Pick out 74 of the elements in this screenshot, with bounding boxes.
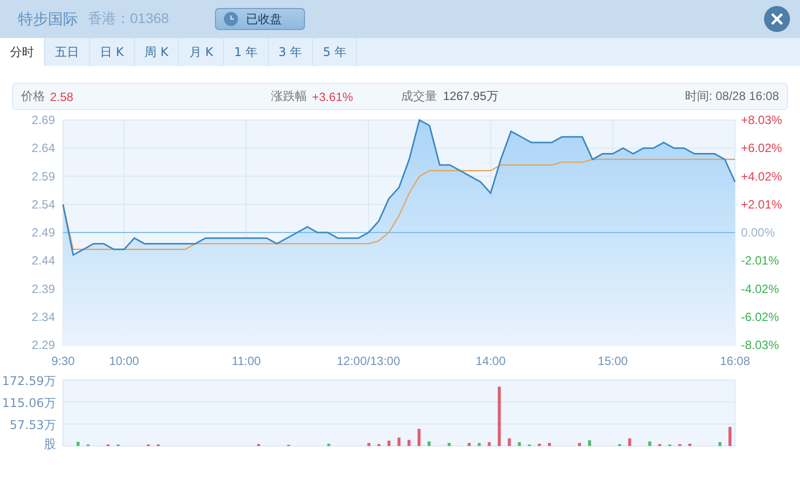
- volume-bar: [588, 440, 592, 446]
- axis-label: 172.59万: [2, 374, 56, 388]
- volume-bar: [387, 440, 390, 446]
- volume-bar: [718, 442, 722, 446]
- period-tab[interactable]: 五日: [45, 38, 90, 66]
- volume-bar: [508, 438, 511, 446]
- volume-bar: [418, 428, 421, 446]
- volume-bar: [408, 440, 411, 446]
- volume-bar: [488, 442, 491, 446]
- axis-label: -4.02%: [741, 282, 780, 296]
- volume-bar: [688, 444, 692, 446]
- axis-label: -8.03%: [741, 338, 780, 352]
- volume-bar: [578, 442, 582, 446]
- volume-bar: [398, 438, 400, 446]
- axis-label: +6.02%: [741, 141, 782, 156]
- axis-label: 2.49: [32, 226, 55, 240]
- close-icon: [771, 13, 783, 25]
- axis-label: 股: [44, 437, 56, 451]
- market-status-button[interactable]: 已收盘: [214, 8, 305, 30]
- period-tab[interactable]: 1 年: [224, 38, 269, 66]
- axis-label: 10:00: [109, 354, 140, 368]
- axis-label: 2.69: [32, 113, 55, 127]
- price-label: 价格: [21, 88, 45, 105]
- volume-bar: [628, 438, 632, 446]
- volume-bar: [367, 442, 370, 446]
- axis-label: 14:00: [476, 354, 506, 368]
- volume-bar: [468, 442, 471, 446]
- volume-bar: [728, 426, 732, 446]
- clock-icon: [224, 12, 238, 26]
- volume-bar: [518, 442, 521, 446]
- volume-bar: [428, 441, 431, 446]
- axis-label: 2.54: [32, 197, 55, 212]
- period-tab[interactable]: 分时: [0, 38, 45, 66]
- axis-label: 11:00: [232, 354, 261, 368]
- axis-label: 115.06万: [2, 396, 56, 410]
- axis-label: +2.01%: [741, 197, 782, 212]
- axis-label: 15:00: [598, 354, 628, 368]
- axis-label: -2.01%: [741, 254, 780, 268]
- volume-bar: [498, 386, 501, 446]
- axis-label: -6.02%: [741, 310, 780, 324]
- stock-name: 特步国际: [18, 10, 78, 28]
- axis-label: 57.53万: [10, 418, 56, 432]
- axis-label: 2.29: [32, 338, 55, 352]
- axis-label: 0.00%: [741, 226, 776, 240]
- volume-bar: [448, 442, 451, 446]
- volume-label: 成交量: [401, 88, 437, 105]
- volume-bar: [538, 444, 541, 446]
- volume-bar: [76, 442, 80, 446]
- time-text: 时间: 08/28 16:08: [684, 88, 779, 105]
- period-tab[interactable]: 日 K: [90, 38, 135, 66]
- volume-value: 1267.95万: [443, 88, 498, 105]
- axis-label: 2.59: [32, 169, 55, 184]
- close-button[interactable]: [764, 6, 790, 32]
- period-tab[interactable]: 3 年: [268, 38, 313, 66]
- change-value: +3.61%: [312, 90, 354, 104]
- axis-label: 2.39: [32, 282, 55, 296]
- axis-label: +8.03%: [741, 113, 782, 127]
- axis-label: 16:08: [720, 354, 750, 368]
- volume-bar: [327, 444, 330, 446]
- period-tab[interactable]: 月 K: [179, 38, 224, 66]
- volume-bar: [648, 441, 652, 446]
- change-label: 涨跌幅: [271, 88, 307, 105]
- axis-label: 2.64: [32, 141, 55, 156]
- price-value: 2.58: [50, 90, 74, 104]
- period-tab[interactable]: 5 年: [312, 38, 358, 66]
- axis-label: 12:00/13:00: [336, 354, 400, 368]
- axis-label: 2.34: [32, 310, 55, 324]
- axis-label: 2.44: [32, 254, 55, 268]
- volume-bar: [548, 442, 551, 446]
- axis-label: 9:30: [51, 354, 75, 368]
- volume-bar: [478, 442, 481, 446]
- axis-label: +4.02%: [741, 169, 782, 184]
- period-tab[interactable]: 周 K: [134, 38, 180, 66]
- stock-code: 香港：01368: [88, 10, 169, 28]
